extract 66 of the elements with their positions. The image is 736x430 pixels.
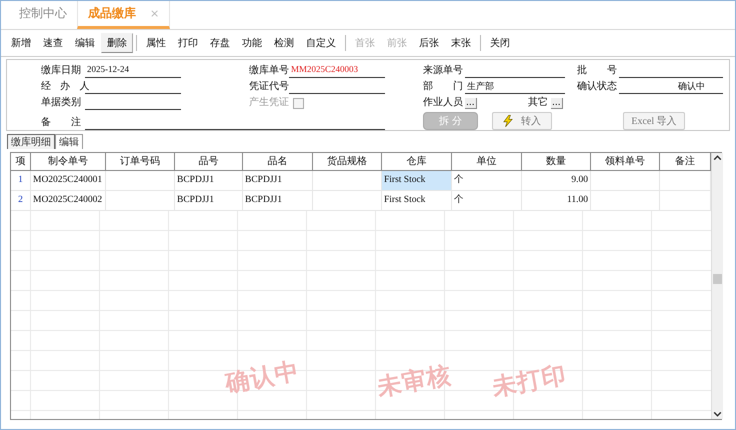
toolbar-button[interactable]: 检测 [268,33,300,53]
toolbar-button[interactable]: 编辑 [69,33,101,53]
table-cell: 9.00 [522,171,591,190]
toolbar-button[interactable]: 功能 [236,33,268,53]
column-header[interactable]: 项 [11,153,31,170]
detail-tab[interactable]: 缴库明细 [7,134,55,149]
receipt-number-field[interactable]: MM2025C240003 [289,64,385,78]
date-field[interactable]: 2025-12-24 [85,64,181,78]
table-cell: First Stock [382,191,452,210]
toolbar-button[interactable]: 速查 [37,33,69,53]
table-cell: 11.00 [522,191,591,210]
document-tab[interactable]: 控制中心 [9,1,77,29]
status-field[interactable]: 确认中 [619,80,723,94]
field-label: 其它 [527,96,549,110]
table-cell: MO2025C240002 [31,191,106,210]
toolbar-button[interactable]: 存盘 [204,33,236,53]
toolbar-button[interactable]: 属性 [140,33,172,53]
column-header[interactable]: 品号 [175,153,243,170]
status-stamp-text: 确认中 [222,356,302,400]
department-field[interactable]: 生产部 [465,80,565,94]
field-label: 缴库单号 [249,64,289,78]
table-cell: BCPDJJ1 [175,171,243,190]
toolbar-button[interactable]: 后张 [413,33,445,53]
scrollbar-thumb[interactable] [713,274,722,284]
column-header[interactable]: 品名 [243,153,313,170]
browse-button[interactable]: ... [465,98,477,108]
toolbar-button[interactable]: 自定义 [300,33,342,53]
field-label: 来源单号 [423,64,464,78]
field-label: 作业人员 [423,96,464,110]
table-cell: BCPDJJ1 [243,171,313,190]
column-header[interactable]: 订单号码 [106,153,175,170]
status-stamp-text: 未审核 [374,360,454,404]
toolbar-button[interactable]: 新增 [5,33,37,53]
field-label: 凭证代号 [249,80,289,94]
column-header[interactable]: 单位 [452,153,522,170]
toolbar-button[interactable]: 末张 [445,33,477,53]
row-number: 1 [11,171,31,190]
column-header[interactable]: 制令单号 [31,153,106,170]
toolbar-button[interactable]: 关闭 [484,33,516,53]
field-label: 部 门 [423,80,464,94]
table-cell: BCPDJJ1 [175,191,243,210]
checkbox-label: 产生凭证 [249,96,289,110]
column-header[interactable]: 仓库 [382,153,452,170]
lightning-icon [503,115,513,127]
excel-import-button[interactable]: Excel 导入 [623,112,685,130]
table-cell: 个 [452,171,522,190]
toolbar-button[interactable]: 删除 [101,33,133,53]
browse-button[interactable]: ... [551,98,563,108]
vertical-scrollbar[interactable] [711,153,723,419]
column-header[interactable]: 数量 [522,153,591,170]
field-label: 备 注 [41,116,82,130]
row-number: 2 [11,191,31,210]
table-cell: 个 [452,191,522,210]
field-label: 确认状态 [577,80,618,94]
field-label: 缴库日期 [41,64,82,78]
table-cell: BCPDJJ1 [243,191,313,210]
table-cell: First Stock [382,171,452,190]
status-stamp-text: 未打印 [490,360,570,404]
field-label: 批 号 [577,64,618,78]
field-label: 单据类别 [41,96,82,110]
toolbar-button[interactable]: 打印 [172,33,204,53]
import-button[interactable]: 转入 [492,112,552,130]
column-header[interactable]: 领料单号 [591,153,660,170]
column-header[interactable]: 货品规格 [313,153,382,170]
detail-tab[interactable]: 编辑 [55,134,83,149]
table-cell: MO2025C240001 [31,171,106,190]
